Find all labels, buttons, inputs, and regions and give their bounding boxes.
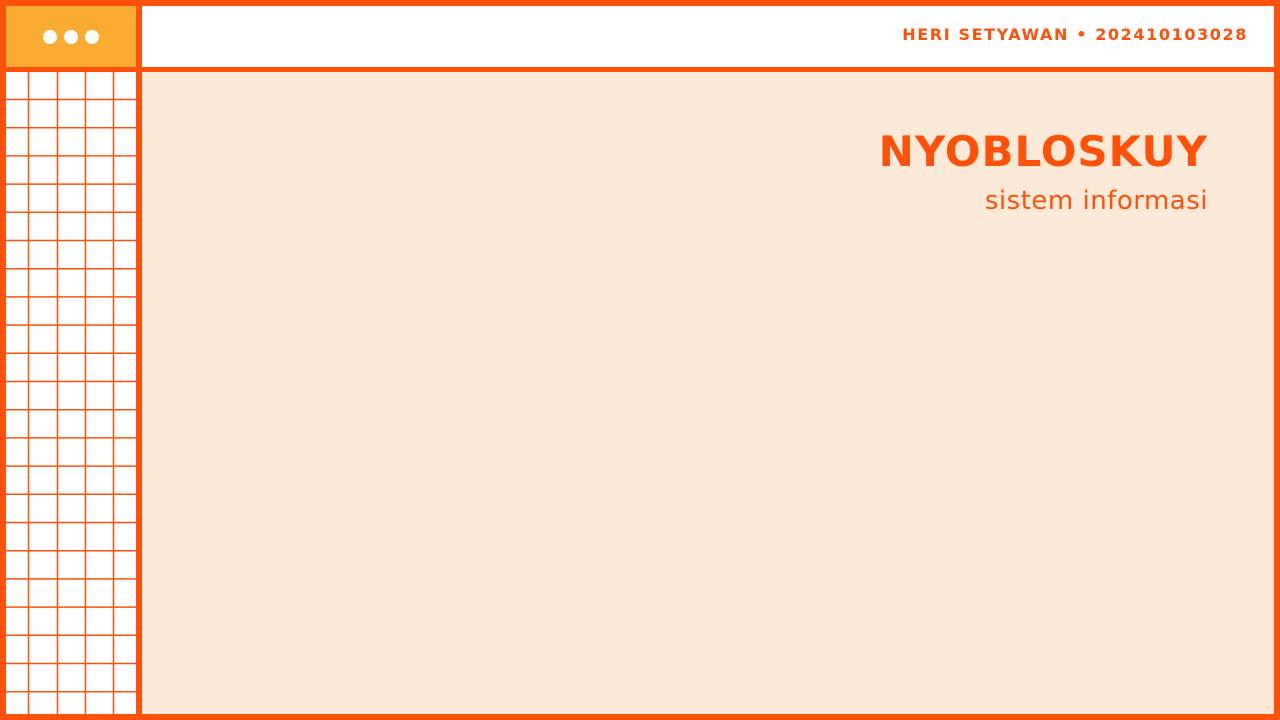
content-panel: NYOBLOSKUY sistem informasi [142, 72, 1274, 714]
page-subtitle: sistem informasi [984, 186, 1208, 216]
header-bar: HERI SETYAWAN • 202410103028 [142, 6, 1274, 67]
dot-icon [43, 29, 57, 44]
dot-icon [85, 29, 99, 44]
window-controls [6, 6, 136, 67]
author-label: HERI SETYAWAN • 202410103028 [902, 25, 1248, 44]
page-title: NYOBLOSKUY [878, 127, 1208, 176]
dot-icon [64, 29, 78, 44]
grid-pattern [6, 72, 136, 714]
grid-panel [6, 72, 136, 714]
